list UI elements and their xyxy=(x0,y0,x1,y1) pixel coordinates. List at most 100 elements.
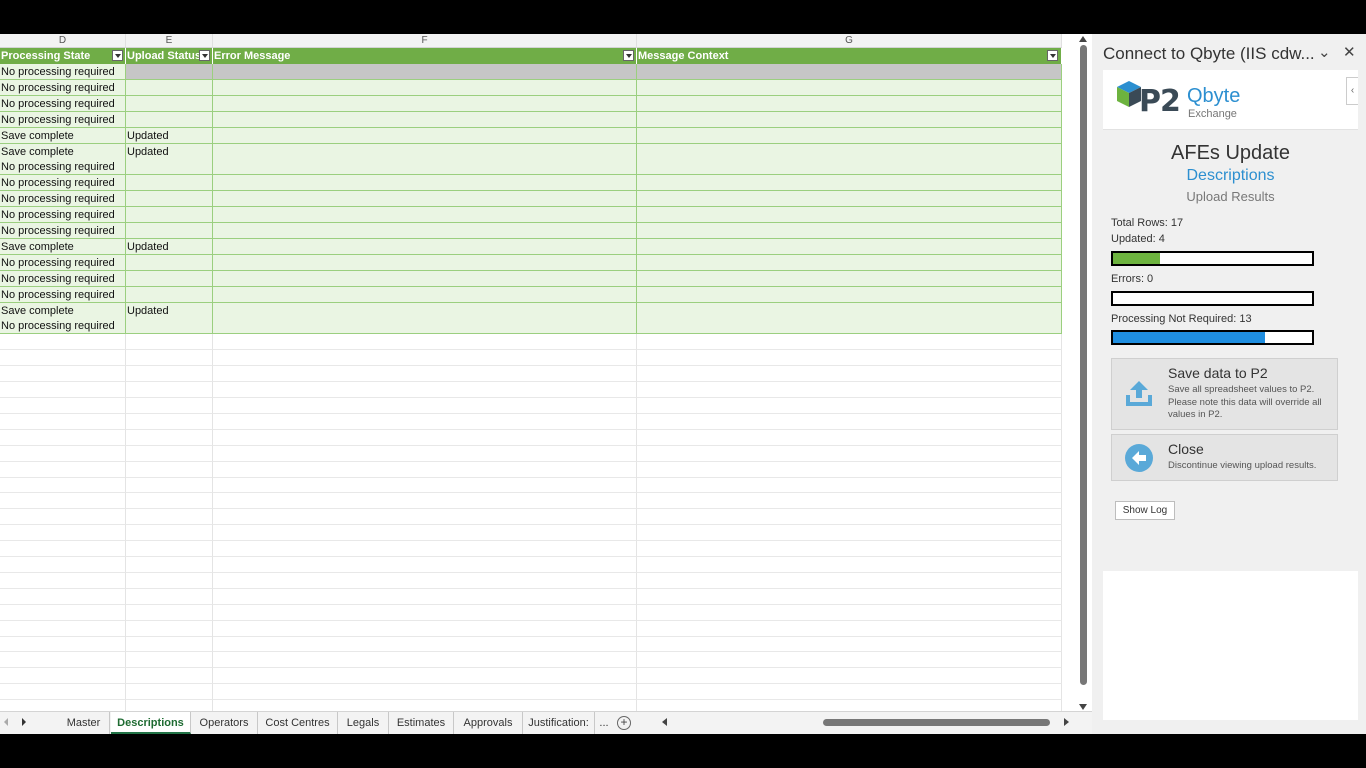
empty-cell[interactable] xyxy=(0,636,126,653)
empty-cell[interactable] xyxy=(126,334,213,351)
next-sheet-icon[interactable] xyxy=(22,718,26,726)
empty-cell[interactable] xyxy=(213,588,637,605)
empty-cell[interactable] xyxy=(213,541,637,557)
empty-cell[interactable] xyxy=(213,525,637,542)
empty-cell[interactable] xyxy=(0,572,126,589)
empty-cell[interactable] xyxy=(126,636,213,653)
empty-cell[interactable] xyxy=(126,652,213,669)
empty-cell[interactable] xyxy=(213,668,637,685)
table-cell[interactable] xyxy=(637,286,1062,303)
table-cell[interactable] xyxy=(213,254,637,271)
close-button[interactable]: Close Discontinue viewing upload results… xyxy=(1111,434,1338,481)
empty-row[interactable] xyxy=(0,382,1062,398)
table-cell[interactable] xyxy=(637,191,1062,208)
empty-cell[interactable] xyxy=(0,477,126,494)
table-cell[interactable] xyxy=(213,111,637,128)
scrollbar-thumb[interactable] xyxy=(1080,45,1087,685)
empty-cell[interactable] xyxy=(213,620,637,637)
table-cell[interactable] xyxy=(213,207,637,224)
table-cell[interactable] xyxy=(213,64,637,80)
empty-row[interactable] xyxy=(0,334,1062,351)
table-cell[interactable] xyxy=(126,191,213,208)
empty-cell[interactable] xyxy=(0,668,126,685)
empty-cell[interactable] xyxy=(213,477,637,494)
table-cell[interactable]: Save complete xyxy=(0,127,126,144)
empty-cell[interactable] xyxy=(0,382,126,398)
empty-row[interactable] xyxy=(0,413,1062,430)
empty-cell[interactable] xyxy=(126,382,213,398)
table-cell[interactable]: Save complete xyxy=(0,238,126,255)
table-row[interactable]: No processing required xyxy=(0,175,1062,192)
table-cell[interactable] xyxy=(637,127,1062,144)
table-row[interactable]: No processing required xyxy=(0,191,1062,208)
table-cell[interactable]: No processing required xyxy=(0,175,126,192)
table-cell[interactable] xyxy=(213,175,637,192)
empty-row[interactable] xyxy=(0,509,1062,526)
table-cell[interactable]: No processing required xyxy=(0,270,126,287)
empty-row[interactable] xyxy=(0,541,1062,557)
table-cell[interactable] xyxy=(126,159,213,176)
empty-cell[interactable] xyxy=(0,334,126,351)
empty-cell[interactable] xyxy=(637,588,1062,605)
empty-cell[interactable] xyxy=(637,509,1062,526)
column-header-e[interactable]: E xyxy=(126,34,213,48)
table-row[interactable]: No processing required xyxy=(0,254,1062,271)
table-cell[interactable] xyxy=(213,143,637,160)
empty-cell[interactable] xyxy=(126,477,213,494)
empty-row[interactable] xyxy=(0,588,1062,605)
empty-cell[interactable] xyxy=(637,652,1062,669)
empty-cell[interactable] xyxy=(213,382,637,398)
empty-row[interactable] xyxy=(0,572,1062,589)
table-cell[interactable] xyxy=(213,159,637,176)
empty-cell[interactable] xyxy=(126,604,213,621)
header-error-message[interactable]: Error Message xyxy=(213,48,637,64)
table-cell[interactable] xyxy=(213,318,637,335)
empty-cell[interactable] xyxy=(213,350,637,367)
table-cell[interactable]: Updated xyxy=(126,238,213,255)
table-cell[interactable] xyxy=(637,111,1062,128)
save-data-button[interactable]: Save data to P2 Save all spreadsheet val… xyxy=(1111,358,1338,430)
table-row[interactable]: Save complete Updated xyxy=(0,127,1062,144)
table-row[interactable]: No processing required xyxy=(0,270,1062,287)
empty-cell[interactable] xyxy=(637,556,1062,573)
table-cell[interactable] xyxy=(637,223,1062,239)
empty-row[interactable] xyxy=(0,620,1062,637)
empty-row[interactable] xyxy=(0,652,1062,669)
sheet-tab[interactable]: Approvals xyxy=(454,712,523,734)
table-cell[interactable]: Save complete xyxy=(0,143,126,160)
empty-cell[interactable] xyxy=(213,556,637,573)
empty-cell[interactable] xyxy=(637,350,1062,367)
scroll-up-icon[interactable] xyxy=(1079,36,1087,42)
table-cell[interactable] xyxy=(637,207,1062,224)
sheet-tab[interactable]: Master xyxy=(58,712,110,734)
empty-cell[interactable] xyxy=(637,477,1062,494)
sheet-tab[interactable]: Estimates xyxy=(389,712,454,734)
empty-cell[interactable] xyxy=(637,525,1062,542)
empty-cell[interactable] xyxy=(637,620,1062,637)
collapse-pane-icon[interactable]: ‹ xyxy=(1346,77,1358,105)
empty-cell[interactable] xyxy=(0,652,126,669)
empty-cell[interactable] xyxy=(126,668,213,685)
table-cell[interactable] xyxy=(126,95,213,112)
empty-cell[interactable] xyxy=(637,541,1062,557)
empty-row[interactable] xyxy=(0,445,1062,462)
table-cell[interactable]: Save complete xyxy=(0,302,126,319)
empty-cell[interactable] xyxy=(0,620,126,637)
empty-cell[interactable] xyxy=(126,556,213,573)
empty-cell[interactable] xyxy=(637,636,1062,653)
table-cell[interactable] xyxy=(126,254,213,271)
table-cell[interactable] xyxy=(126,111,213,128)
table-cell[interactable]: No processing required xyxy=(0,111,126,128)
empty-row[interactable] xyxy=(0,429,1062,446)
sheet-tab[interactable]: Operators xyxy=(191,712,258,734)
sheet-tab[interactable]: ... xyxy=(595,712,613,734)
empty-cell[interactable] xyxy=(0,525,126,542)
empty-row[interactable] xyxy=(0,397,1062,414)
empty-cell[interactable] xyxy=(637,668,1062,685)
empty-row[interactable] xyxy=(0,350,1062,367)
empty-cell[interactable] xyxy=(637,604,1062,621)
empty-cell[interactable] xyxy=(0,461,126,478)
empty-cell[interactable] xyxy=(0,445,126,462)
empty-row[interactable] xyxy=(0,493,1062,510)
pane-options-chevron-icon[interactable]: ⌄ xyxy=(1318,43,1331,61)
